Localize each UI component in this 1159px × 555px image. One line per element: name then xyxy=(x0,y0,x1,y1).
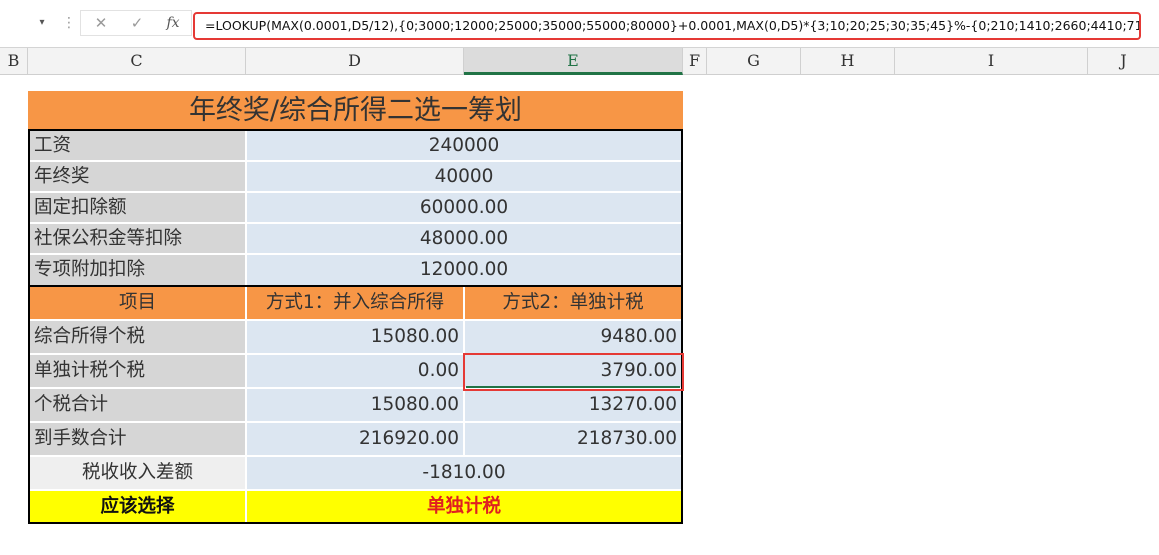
formula-input[interactable]: =LOOKUP(MAX(0.0001,D5/12),{0;3000;12000;… xyxy=(193,12,1141,40)
column-header-g[interactable]: G xyxy=(707,48,801,74)
header-item[interactable]: 项目 xyxy=(30,287,245,319)
header-method-2[interactable]: 方式2：单独计税 xyxy=(465,287,681,319)
column-header-f[interactable]: F xyxy=(683,48,707,74)
label-bonus[interactable]: 年终奖 xyxy=(30,162,245,191)
column-header-b[interactable]: B xyxy=(0,48,28,74)
column-header-i[interactable]: I xyxy=(895,48,1088,74)
value-recommendation[interactable]: 单独计税 xyxy=(247,491,681,522)
value-fixed-deduction[interactable]: 60000.00 xyxy=(247,193,681,222)
value-m1-total-tax[interactable]: 15080.00 xyxy=(247,389,463,421)
column-header-c[interactable]: C xyxy=(28,48,246,74)
label-social-insurance[interactable]: 社保公积金等扣除 xyxy=(30,224,245,253)
column-header-row: B C D E F G H I J xyxy=(0,48,1159,75)
value-m1-separate-tax[interactable]: 0.00 xyxy=(247,355,463,387)
formula-bar: ▾ ⋮ ✕ ✓ fx =LOOKUP(MAX(0.0001,D5/12),{0;… xyxy=(0,0,1159,48)
border-top-table xyxy=(28,129,683,131)
formula-bar-splitter-icon[interactable]: ⋮ xyxy=(62,10,76,36)
formula-buttons: ✕ ✓ fx xyxy=(80,10,192,36)
header-method-1[interactable]: 方式1：并入综合所得 xyxy=(247,287,463,319)
column-header-h[interactable]: H xyxy=(801,48,895,74)
value-bonus[interactable]: 40000 xyxy=(247,162,681,191)
value-tax-difference[interactable]: -1810.00 xyxy=(247,457,681,489)
value-m2-comprehensive-tax[interactable]: 9480.00 xyxy=(465,321,681,353)
value-social-insurance[interactable]: 48000.00 xyxy=(247,224,681,253)
border-bottom-table xyxy=(28,522,683,524)
label-fixed-deduction[interactable]: 固定扣除额 xyxy=(30,193,245,222)
border-right-table xyxy=(681,129,683,524)
value-m2-net-income[interactable]: 218730.00 xyxy=(465,423,681,455)
label-tax-difference[interactable]: 税收收入差额 xyxy=(30,457,245,489)
label-comprehensive-tax[interactable]: 综合所得个税 xyxy=(30,321,245,353)
label-special-deduction[interactable]: 专项附加扣除 xyxy=(30,255,245,285)
column-header-e[interactable]: E xyxy=(464,48,683,75)
enter-icon[interactable]: ✓ xyxy=(123,11,151,35)
value-salary[interactable]: 240000 xyxy=(247,131,681,160)
insert-function-icon[interactable]: fx xyxy=(159,11,187,35)
label-net-income[interactable]: 到手数合计 xyxy=(30,423,245,455)
cancel-icon[interactable]: ✕ xyxy=(87,11,115,35)
border-left-table xyxy=(28,129,30,524)
label-total-tax[interactable]: 个税合计 xyxy=(30,389,245,421)
label-salary[interactable]: 工资 xyxy=(30,131,245,160)
label-separate-tax[interactable]: 单独计税个税 xyxy=(30,355,245,387)
value-m1-net-income[interactable]: 216920.00 xyxy=(247,423,463,455)
column-header-d[interactable]: D xyxy=(246,48,464,74)
value-special-deduction[interactable]: 12000.00 xyxy=(247,255,681,285)
label-recommendation[interactable]: 应该选择 xyxy=(30,491,245,522)
name-box-dropdown-icon[interactable]: ▾ xyxy=(34,10,50,36)
annotation-highlight-box xyxy=(463,353,684,391)
column-header-j[interactable]: J xyxy=(1088,48,1159,74)
border-section-divider xyxy=(28,285,683,287)
value-m2-total-tax[interactable]: 13270.00 xyxy=(465,389,681,421)
sheet-title[interactable]: 年终奖/综合所得二选一筹划 xyxy=(28,91,683,130)
value-m1-comprehensive-tax[interactable]: 15080.00 xyxy=(247,321,463,353)
